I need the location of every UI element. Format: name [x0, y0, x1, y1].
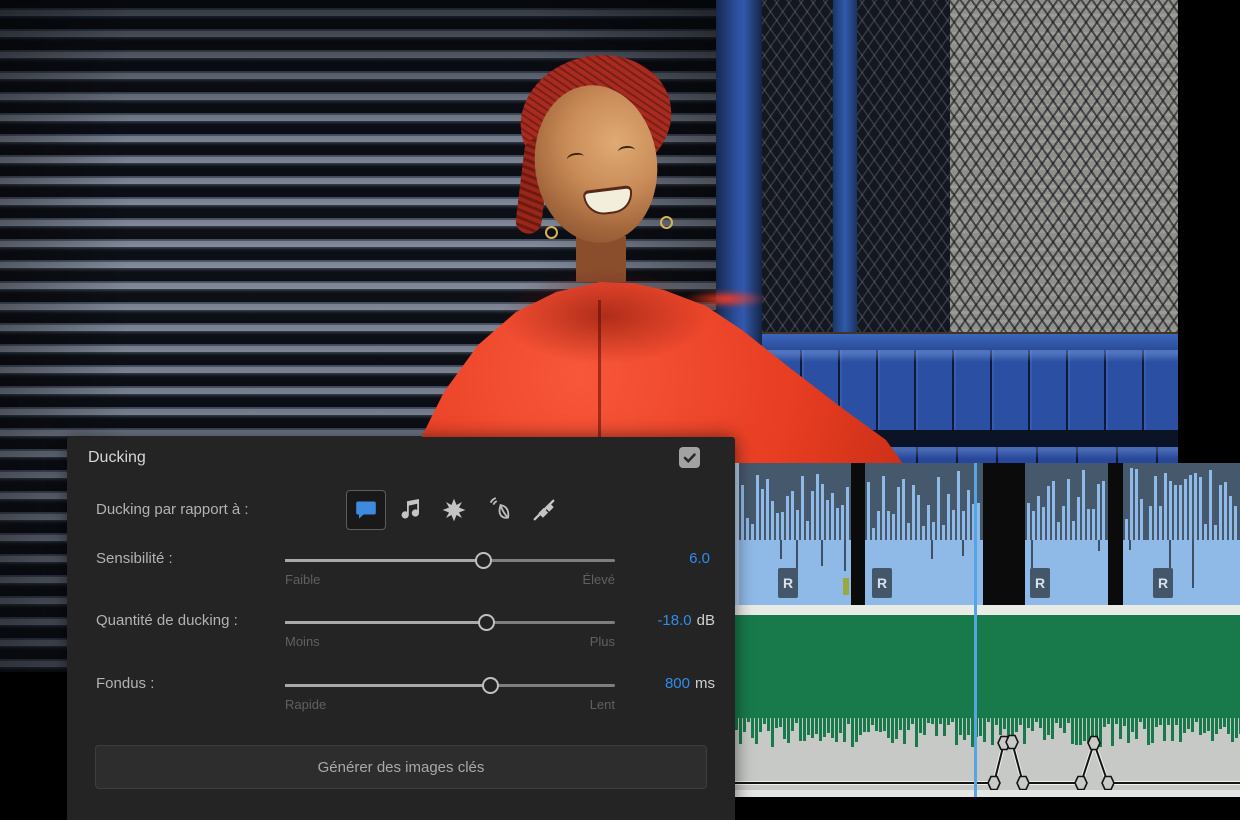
earring: [545, 226, 558, 239]
hood-shadow: [500, 268, 710, 364]
track-divider: [735, 605, 1240, 615]
duck-amount-slider-handle[interactable]: [478, 614, 495, 631]
clip-marker: [843, 578, 849, 595]
target-row-label: Ducking par rapport à :: [96, 501, 249, 518]
fades-slider-handle[interactable]: [482, 677, 499, 694]
duck-amount-slider[interactable]: [285, 621, 615, 624]
slider-fill: [285, 684, 490, 687]
audio-clip[interactable]: R: [1147, 463, 1240, 605]
generate-keyframes-button[interactable]: Générer des images clés: [95, 745, 707, 789]
fades-value[interactable]: 800ms: [665, 675, 715, 692]
max-label: Élevé: [582, 572, 615, 587]
slider-fill: [285, 559, 483, 562]
fades-label: Fondus :: [96, 675, 154, 692]
playhead[interactable]: [974, 463, 977, 797]
record-badge: R: [1030, 568, 1050, 598]
untagged-icon[interactable]: [524, 490, 564, 530]
audio-clip[interactable]: R: [1025, 463, 1108, 605]
ambience-icon[interactable]: [479, 490, 519, 530]
duck-amount-label: Quantité de ducking :: [96, 612, 238, 629]
track-bottom-edge: [735, 790, 1240, 797]
dialogue-audio-track: RRRR: [735, 463, 1240, 605]
music-audio-track: [735, 615, 1240, 790]
min-label: Moins: [285, 634, 320, 649]
earring: [660, 216, 673, 229]
record-badge: R: [872, 568, 892, 598]
record-badge: R: [778, 568, 798, 598]
fades-slider[interactable]: [285, 684, 615, 687]
max-label: Lent: [590, 697, 615, 712]
sensitivity-label: Sensibilité :: [96, 550, 173, 567]
audio-clip[interactable]: [735, 463, 778, 605]
audio-clip[interactable]: R: [774, 463, 851, 605]
check-icon: [682, 450, 697, 465]
timeline-panel: RRRR: [735, 463, 1240, 797]
sfx-icon[interactable]: [434, 490, 474, 530]
ducking-enabled-checkbox[interactable]: [679, 447, 700, 468]
screenshot-canvas: R R R R Ducking Ducking par rapport à :: [0, 0, 1240, 820]
audio-clip[interactable]: [1123, 463, 1147, 605]
ducking-panel: Ducking Ducking par rapport à :: [67, 437, 735, 820]
max-label: Plus: [590, 634, 615, 649]
record-badge: R: [1153, 568, 1173, 598]
audio-clip[interactable]: R: [865, 463, 983, 605]
duck-amount-value[interactable]: -18.0dB: [657, 612, 715, 629]
sensitivity-slider[interactable]: [285, 559, 615, 562]
music-icon[interactable]: [390, 490, 430, 530]
panel-title: Ducking: [88, 449, 146, 467]
volume-envelope[interactable]: [735, 615, 1240, 790]
min-label: Faible: [285, 572, 320, 587]
dialogue-icon[interactable]: [346, 490, 386, 530]
slider-fill: [285, 621, 486, 624]
lens-flare: [684, 290, 768, 308]
sensitivity-slider-handle[interactable]: [475, 552, 492, 569]
sensitivity-value[interactable]: 6.0: [689, 550, 715, 567]
min-label: Rapide: [285, 697, 326, 712]
